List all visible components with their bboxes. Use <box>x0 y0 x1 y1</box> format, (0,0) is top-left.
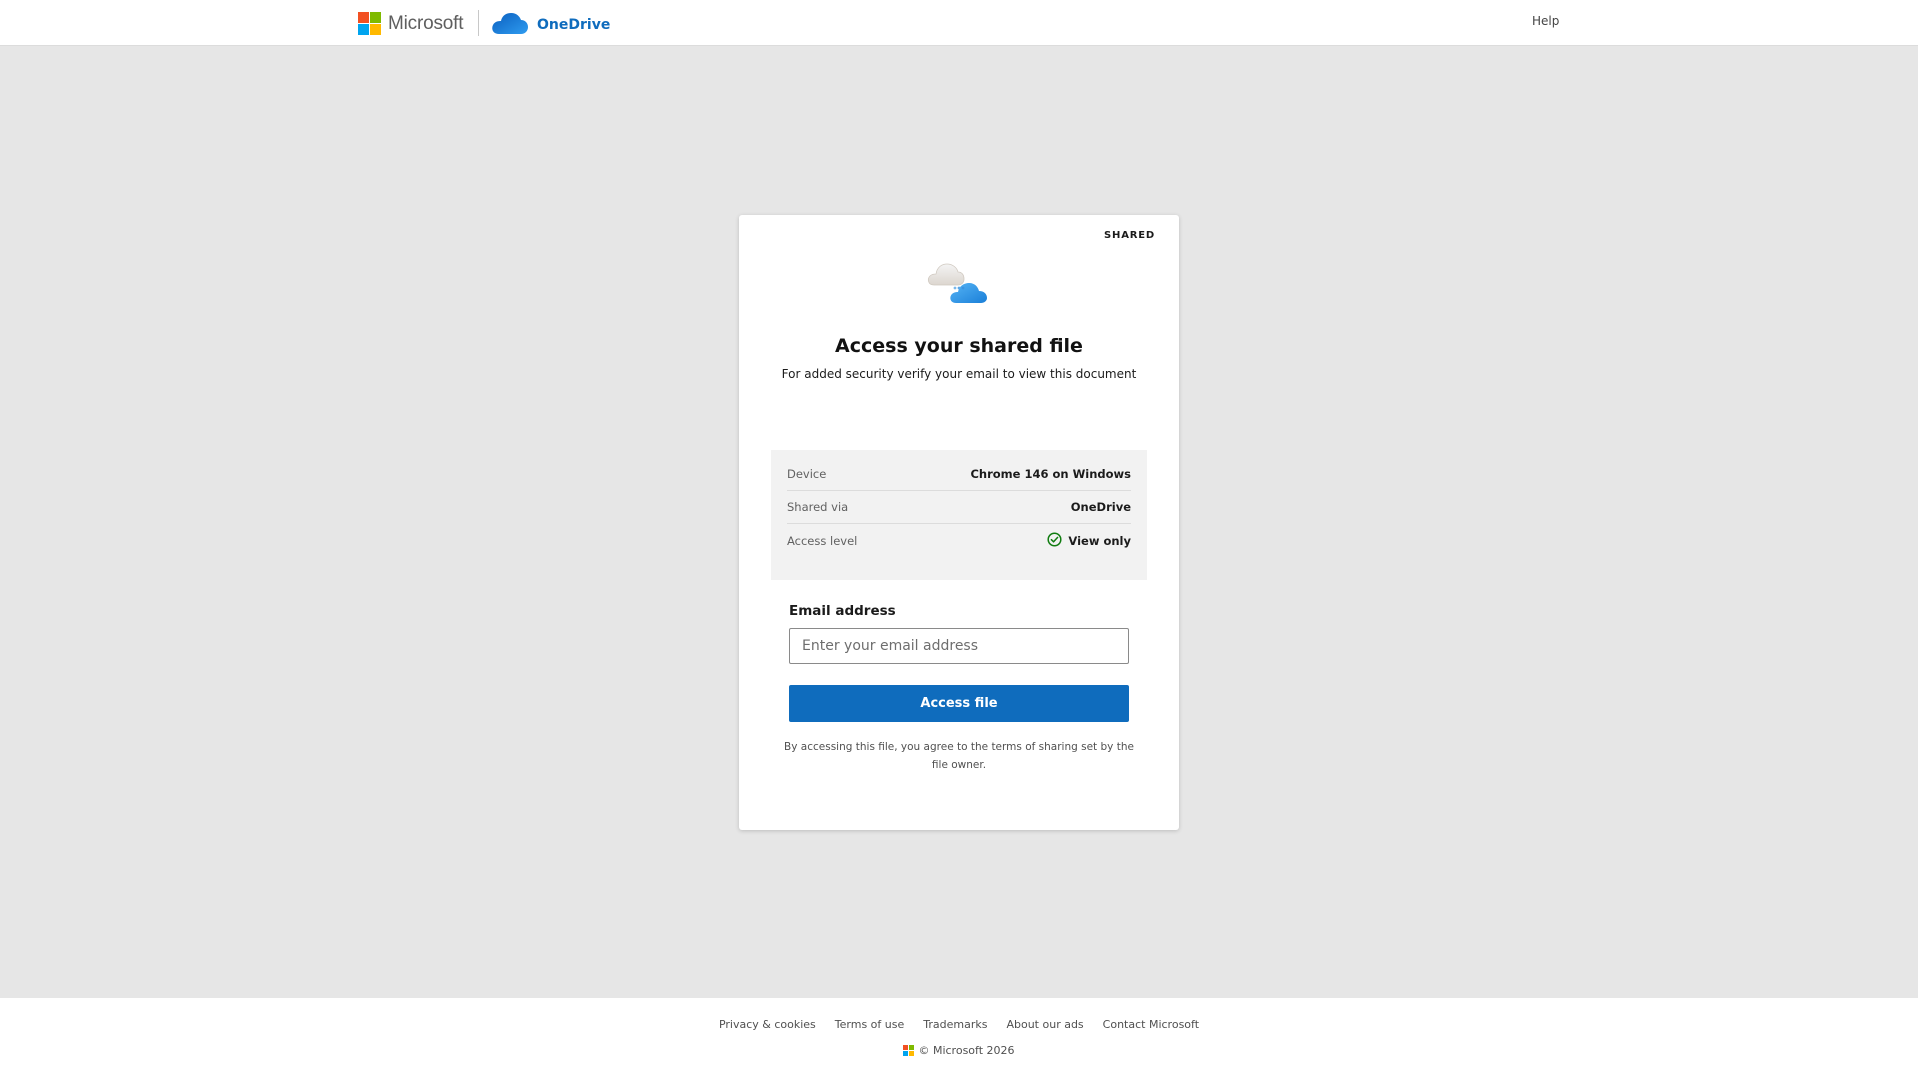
check-circle-icon <box>1047 531 1062 550</box>
microsoft-small-logo-icon <box>903 1045 915 1056</box>
detail-value-text: Chrome 146 on Windows <box>970 467 1131 481</box>
onedrive-cloud-icon <box>491 10 529 40</box>
header-divider <box>478 10 479 36</box>
detail-row-access-level: Access level View only <box>787 524 1131 557</box>
detail-value: Chrome 146 on Windows <box>970 467 1131 481</box>
footer-link-privacy[interactable]: Privacy & cookies <box>719 1018 816 1031</box>
footer-links: Privacy & cookies Terms of use Trademark… <box>0 1018 1918 1031</box>
footer-link-ads[interactable]: About our ads <box>1006 1018 1083 1031</box>
detail-key: Access level <box>787 533 858 548</box>
shared-badge: SHARED <box>1104 230 1155 241</box>
access-file-button[interactable]: Access file <box>789 685 1129 722</box>
legal-notice: By accessing this file, you agree to the… <box>784 741 1134 771</box>
product-name: OneDrive <box>537 17 611 33</box>
detail-key: Shared via <box>787 500 849 514</box>
page-subtitle: For added security verify your email to … <box>781 367 1137 381</box>
brand-name: Microsoft <box>388 12 464 34</box>
onedrive-logo[interactable]: OneDrive <box>491 10 610 40</box>
help-link[interactable]: Help <box>1532 14 1559 28</box>
footer-link-contact[interactable]: Contact Microsoft <box>1103 1018 1199 1031</box>
detail-value: View only <box>1047 531 1131 550</box>
email-input[interactable] <box>789 628 1129 664</box>
detail-row-shared-via: Shared via OneDrive <box>787 491 1131 524</box>
shared-clouds-icon <box>926 255 992 311</box>
microsoft-logo[interactable]: Microsoft <box>358 12 463 35</box>
top-header: Microsoft OneDrive Help <box>0 0 1918 46</box>
email-label: Email address <box>789 603 896 619</box>
access-card: SHARED Access your shared file For added… <box>739 215 1179 830</box>
copyright-text: © Microsoft 2026 <box>918 1044 1015 1057</box>
page-footer: Privacy & cookies Terms of use Trademark… <box>0 998 1918 1078</box>
detail-value-text: View only <box>1068 533 1131 548</box>
microsoft-grid-icon <box>358 12 381 35</box>
detail-row-device: Device Chrome 146 on Windows <box>787 458 1131 491</box>
footer-link-trademarks[interactable]: Trademarks <box>923 1018 987 1031</box>
detail-value: OneDrive <box>1071 500 1131 514</box>
detail-key: Device <box>787 467 827 481</box>
detail-value-text: OneDrive <box>1070 500 1131 514</box>
copyright: © Microsoft 2026 <box>0 1044 1918 1057</box>
share-details-box: Device Chrome 146 on Windows Shared via … <box>771 450 1147 580</box>
page-title: Access your shared file <box>835 335 1083 357</box>
footer-link-terms[interactable]: Terms of use <box>835 1018 904 1031</box>
